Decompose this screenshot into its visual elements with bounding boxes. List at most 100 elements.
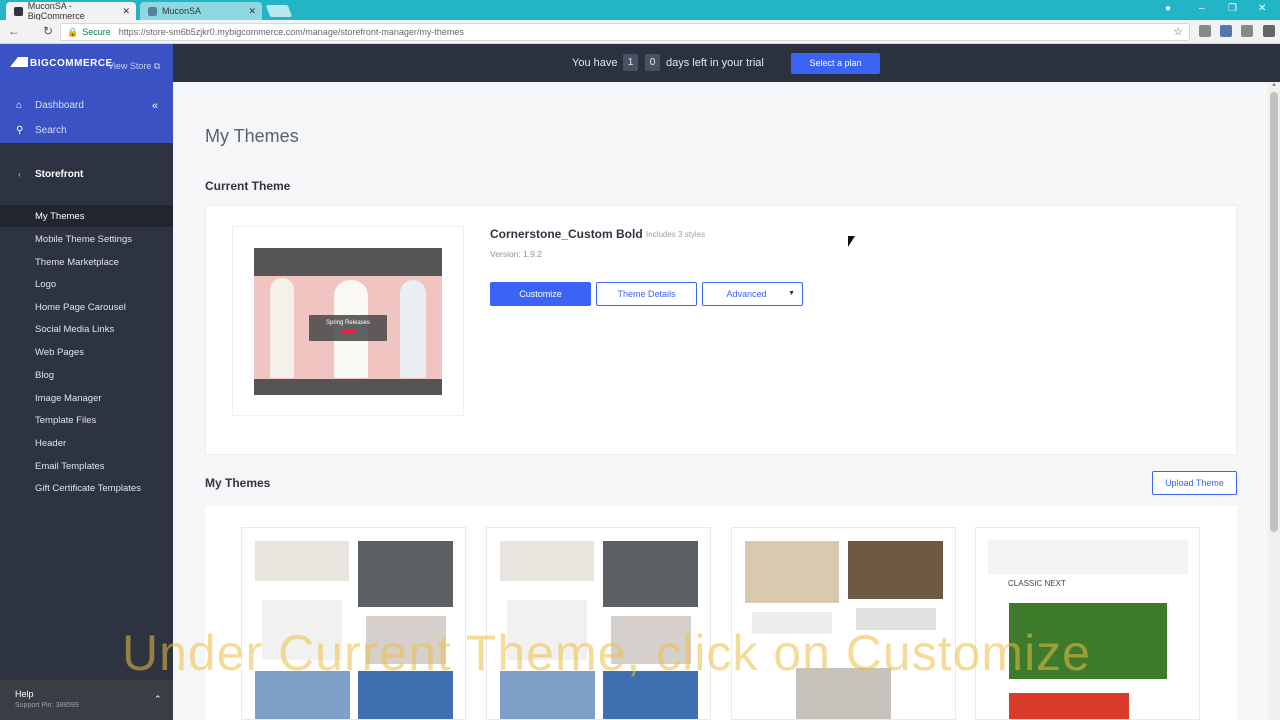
sidebar-item-label: Home Page Carousel bbox=[35, 301, 126, 313]
sidebar-item-label: Logo bbox=[35, 278, 57, 290]
support-pin: Support Pin: 388599 bbox=[15, 702, 79, 709]
close-icon[interactable]: ✕ bbox=[248, 6, 256, 17]
sidebar-item-image-manager[interactable]: Image Manager bbox=[0, 387, 173, 409]
address-bar: ← ↻ 🔒 Secure https://store-sm6b5zjkr0.my… bbox=[0, 20, 1280, 44]
sidebar-item-label: Blog bbox=[35, 369, 55, 381]
customize-button[interactable]: Customize bbox=[490, 282, 591, 306]
secure-label: Secure bbox=[82, 27, 111, 37]
sidebar-item-search[interactable]: ⚲ Search bbox=[16, 125, 67, 136]
bigcommerce-favicon-icon bbox=[14, 6, 23, 16]
view-store-link[interactable]: View Store ⧉ bbox=[108, 61, 160, 72]
sidebar-item-blog[interactable]: Blog bbox=[0, 364, 173, 386]
theme-thumb-image bbox=[358, 541, 453, 607]
sidebar-item-gift-certificate-templates[interactable]: Gift Certificate Templates bbox=[0, 477, 173, 499]
tab-bigcommerce[interactable]: MuconSA - BigCommerce ✕ bbox=[6, 1, 136, 21]
view-store-label: View Store bbox=[108, 61, 152, 71]
theme-preview-image[interactable]: Spring Releases bbox=[254, 248, 442, 395]
sidebar-item-label: Theme Marketplace bbox=[35, 256, 119, 268]
url-field[interactable]: 🔒 Secure https://store-sm6b5zjkr0.mybigc… bbox=[60, 23, 1190, 41]
sidebar-item-label: Search bbox=[35, 125, 67, 136]
tutorial-caption: Under Current Theme, click on Customize bbox=[122, 625, 1091, 681]
extension-icon[interactable] bbox=[1220, 25, 1232, 37]
camera-extension-icon[interactable] bbox=[1199, 25, 1211, 37]
menu-icon[interactable] bbox=[1263, 25, 1275, 37]
theme-thumb-image bbox=[603, 541, 698, 607]
theme-thumb-image bbox=[848, 541, 943, 599]
theme-thumb-image bbox=[745, 541, 839, 603]
preview-header bbox=[254, 248, 442, 276]
new-tab-button[interactable] bbox=[265, 5, 293, 17]
bigcommerce-logo[interactable]: BIGCOMMERCE bbox=[10, 57, 113, 69]
preview-footer bbox=[254, 379, 442, 395]
theme-thumb-image bbox=[500, 541, 594, 581]
sidebar-item-web-pages[interactable]: Web Pages bbox=[0, 341, 173, 363]
tab-muconsa[interactable]: MuconSA ✕ bbox=[140, 2, 262, 20]
sidebar: BIGCOMMERCE View Store ⧉ ⌂ Dashboard « ⚲… bbox=[0, 44, 173, 720]
browser-tab-bar: MuconSA - BigCommerce ✕ MuconSA ✕ ● – ❐ … bbox=[0, 0, 1280, 21]
advanced-label: Advanced bbox=[726, 289, 767, 299]
help-panel[interactable]: Help Support Pin: 388599 ⌃ bbox=[0, 680, 173, 720]
advanced-dropdown-button[interactable]: Advanced ▼ bbox=[702, 282, 803, 306]
sidebar-item-label: Template Files bbox=[35, 414, 97, 426]
sidebar-item-label: Web Pages bbox=[35, 346, 84, 358]
theme-thumb-image bbox=[988, 540, 1188, 574]
scroll-thumb[interactable] bbox=[1270, 92, 1278, 532]
preview-banner: Spring Releases bbox=[309, 315, 387, 341]
preview-banner-text: Spring Releases bbox=[325, 320, 371, 326]
sidebar-item-my-themes[interactable]: My Themes bbox=[0, 205, 173, 227]
sidebar-item-dashboard[interactable]: ⌂ Dashboard bbox=[16, 100, 84, 111]
theme-thumb-image bbox=[255, 541, 349, 581]
sidebar-section-storefront[interactable]: ‹ Storefront bbox=[0, 156, 173, 192]
back-icon[interactable]: ← bbox=[8, 24, 20, 38]
sidebar-item-label: Header bbox=[35, 437, 67, 449]
sidebar-item-theme-marketplace[interactable]: Theme Marketplace bbox=[0, 251, 173, 273]
sidebar-item-label: Mobile Theme Settings bbox=[35, 233, 132, 245]
sidebar-item-label: Image Manager bbox=[35, 392, 102, 404]
logo-text: BIGCOMMERCE bbox=[30, 58, 113, 69]
my-themes-heading: My Themes bbox=[205, 476, 271, 490]
preview-figure bbox=[400, 280, 426, 378]
profile-icon[interactable]: ● bbox=[1165, 3, 1171, 14]
select-plan-button[interactable]: Select a plan bbox=[791, 53, 880, 74]
theme-thumb-image bbox=[1009, 693, 1129, 719]
classic-next-label: CLASSIC NEXT bbox=[1008, 579, 1066, 588]
url-text: https://store-sm6b5zjkr0.mybigcommerce.c… bbox=[118, 27, 464, 37]
caret-down-icon: ▼ bbox=[788, 290, 795, 297]
sidebar-item-template-files[interactable]: Template Files bbox=[0, 409, 173, 431]
trial-digit: 1 bbox=[623, 54, 638, 71]
section-label: Storefront bbox=[35, 168, 84, 180]
close-icon[interactable]: ✕ bbox=[122, 6, 130, 17]
sidebar-item-mobile-theme-settings[interactable]: Mobile Theme Settings bbox=[0, 228, 173, 250]
sidebar-item-label: Dashboard bbox=[35, 100, 84, 111]
bigcommerce-logo-icon bbox=[10, 57, 28, 67]
store-favicon-icon bbox=[148, 6, 157, 16]
sidebar-item-social-media-links[interactable]: Social Media Links bbox=[0, 318, 173, 340]
theme-styles: Includes 3 styles bbox=[646, 230, 706, 239]
sidebar-item-label: Social Media Links bbox=[35, 323, 115, 335]
bookmark-star-icon[interactable]: ☆ bbox=[1173, 25, 1183, 38]
sidebar-item-header[interactable]: Header bbox=[0, 432, 173, 454]
collapse-sidebar-icon[interactable]: « bbox=[152, 100, 158, 112]
theme-version: Version: 1.9.2 bbox=[490, 249, 542, 259]
minimize-icon[interactable]: – bbox=[1199, 3, 1205, 14]
sidebar-item-email-templates[interactable]: Email Templates bbox=[0, 455, 173, 477]
scrollbar[interactable]: ▲ bbox=[1268, 82, 1280, 720]
current-theme-heading: Current Theme bbox=[205, 179, 291, 193]
chevron-left-icon: ‹ bbox=[18, 169, 21, 179]
sidebar-item-label: Email Templates bbox=[35, 460, 105, 472]
sidebar-item-home-page-carousel[interactable]: Home Page Carousel bbox=[0, 296, 173, 318]
search-icon: ⚲ bbox=[16, 125, 24, 136]
scroll-up-icon[interactable]: ▲ bbox=[1271, 82, 1277, 88]
theme-details-button[interactable]: Theme Details bbox=[596, 282, 697, 306]
trial-suffix: days left in your trial bbox=[666, 57, 764, 69]
extension-icon[interactable] bbox=[1241, 25, 1253, 37]
page-title: My Themes bbox=[205, 126, 299, 146]
lock-icon: 🔒 bbox=[67, 26, 79, 37]
sidebar-item-logo[interactable]: Logo bbox=[0, 273, 173, 295]
close-window-icon[interactable]: ✕ bbox=[1258, 3, 1266, 14]
maximize-icon[interactable]: ❐ bbox=[1228, 3, 1237, 14]
chevron-up-icon: ⌃ bbox=[154, 694, 162, 704]
reload-icon[interactable]: ↻ bbox=[43, 24, 53, 38]
tab-label: MuconSA bbox=[162, 6, 202, 16]
upload-theme-button[interactable]: Upload Theme bbox=[1152, 471, 1237, 495]
